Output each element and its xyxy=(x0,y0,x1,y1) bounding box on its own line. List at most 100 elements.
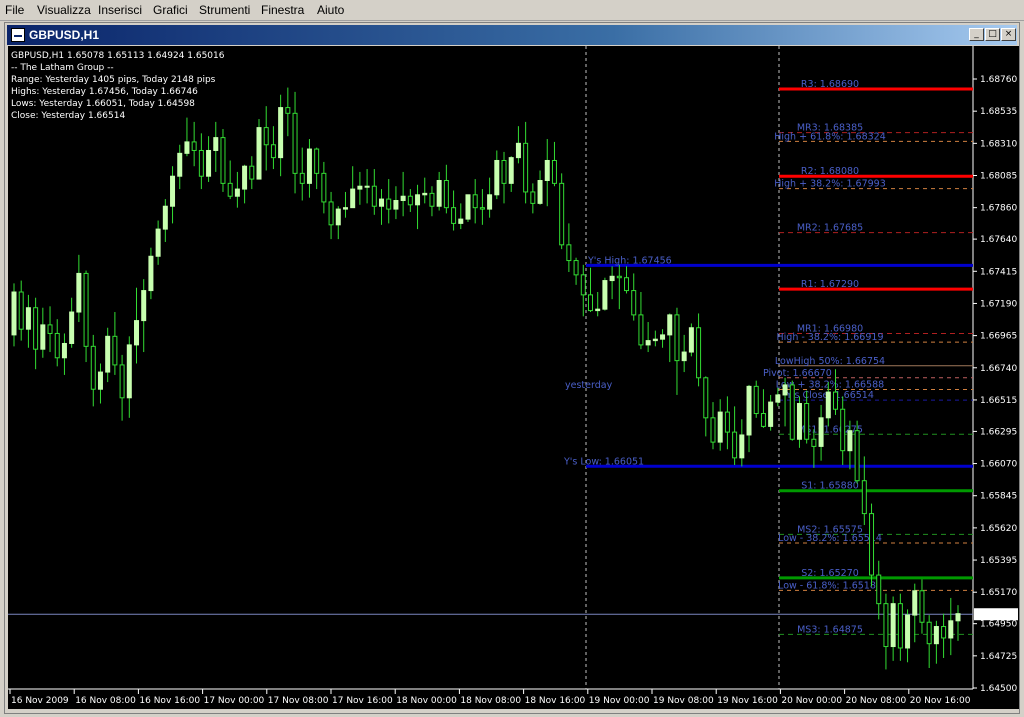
candle-body xyxy=(883,603,889,648)
candle-body xyxy=(926,621,932,645)
level-label: S2: 1.65270 xyxy=(801,568,859,579)
candle-body xyxy=(609,275,615,282)
candle-body xyxy=(148,255,154,292)
candle xyxy=(220,129,226,192)
window-title-bar[interactable]: GBPUSD,H1 _ □ × xyxy=(7,25,1017,45)
candle xyxy=(54,319,60,367)
candle-body xyxy=(364,185,370,188)
maximize-button[interactable]: □ xyxy=(985,28,1000,41)
candle xyxy=(458,203,464,230)
candle xyxy=(11,283,17,347)
candle-body xyxy=(703,377,709,419)
candle-body xyxy=(249,165,255,180)
menu-finestra[interactable]: Finestra xyxy=(261,3,304,17)
candle-body xyxy=(105,335,111,373)
price-tick-label: 1.65170 xyxy=(980,588,1017,598)
candle-body xyxy=(494,159,500,196)
menu-strumenti[interactable]: Strumenti xyxy=(199,3,250,17)
candle xyxy=(465,194,471,222)
candle-body xyxy=(234,188,240,197)
candle xyxy=(537,170,543,205)
candle xyxy=(242,164,248,204)
menu-grafici[interactable]: Grafici xyxy=(153,3,188,17)
candle-body xyxy=(624,277,630,292)
candle-body xyxy=(443,180,449,209)
time-tick-label: 17 Nov 08:00 xyxy=(268,696,329,706)
time-tick-label: 18 Nov 08:00 xyxy=(460,696,521,706)
menu-visualizza[interactable]: Visualizza xyxy=(37,3,91,17)
price-tick-label: 1.66740 xyxy=(980,364,1017,374)
candle-body xyxy=(335,208,341,226)
candle xyxy=(18,280,24,341)
candle xyxy=(753,380,759,418)
candle-body xyxy=(955,613,961,622)
time-tick-label: 16 Nov 2009 xyxy=(11,696,69,706)
candle-body xyxy=(746,385,752,436)
candle xyxy=(270,126,276,170)
candle xyxy=(357,171,363,205)
price-chart[interactable]: 1.68760 1.68535 1.68310 1.68085 1.67860 1.676… xyxy=(8,46,1019,709)
candle-body xyxy=(436,180,442,207)
price-tick-label: 1.66295 xyxy=(980,427,1017,437)
info-line: Range: Yesterday 1405 pips, Today 2148 p… xyxy=(11,75,216,85)
level-label: S1: 1.65880 xyxy=(801,481,859,492)
candle xyxy=(652,330,658,347)
candle-body xyxy=(386,198,392,210)
candle-body xyxy=(278,107,284,159)
candle-body xyxy=(40,324,46,350)
candle xyxy=(184,117,190,157)
candle xyxy=(422,177,428,204)
candle xyxy=(213,121,219,172)
candle xyxy=(832,369,838,415)
candle xyxy=(33,297,39,370)
candle-body xyxy=(818,417,824,447)
price-tick-label: 1.65845 xyxy=(980,492,1017,502)
candle-body xyxy=(465,194,471,220)
candle xyxy=(681,334,687,373)
candle-body xyxy=(54,332,60,359)
candle xyxy=(905,609,911,663)
time-tick-label: 20 Nov 08:00 xyxy=(846,696,907,706)
close-button[interactable]: × xyxy=(1001,28,1016,41)
time-tick-label: 16 Nov 08:00 xyxy=(75,696,136,706)
candle xyxy=(177,144,183,190)
candle-body xyxy=(415,194,421,206)
menu-file[interactable]: File xyxy=(5,3,24,17)
menu-inserisci[interactable]: Inserisci xyxy=(98,3,142,17)
candle xyxy=(451,190,457,231)
candle xyxy=(883,593,889,670)
candle xyxy=(342,191,348,218)
candle xyxy=(321,161,327,214)
candle-body xyxy=(832,391,838,410)
candle xyxy=(443,164,449,214)
candle-body xyxy=(479,207,485,210)
candle xyxy=(487,177,493,218)
candle-body xyxy=(595,308,601,312)
price-tick-label: 1.66515 xyxy=(980,396,1017,406)
candle-body xyxy=(90,345,96,390)
candle-body xyxy=(890,603,896,648)
candle xyxy=(573,257,579,285)
candle-body xyxy=(162,205,168,230)
candle-body xyxy=(306,148,312,184)
candle-body xyxy=(97,371,103,390)
candle xyxy=(90,334,96,407)
price-tick-label: 1.67190 xyxy=(980,299,1017,309)
candle-body xyxy=(501,159,507,184)
candle xyxy=(328,191,334,240)
menu-aiuto[interactable]: Aiuto xyxy=(317,3,344,17)
candle-body xyxy=(523,142,529,193)
candle-body xyxy=(717,411,723,443)
candle-body xyxy=(126,344,132,399)
chart-canvas[interactable]: 1.68760 1.68535 1.68310 1.68085 1.67860 1.676… xyxy=(8,46,1019,709)
candle xyxy=(638,292,644,350)
candle xyxy=(415,184,421,230)
candle-body xyxy=(674,314,680,362)
price-tick-label: 1.66070 xyxy=(980,460,1017,470)
candle xyxy=(379,189,385,225)
minimize-button[interactable]: _ xyxy=(969,28,984,41)
candle xyxy=(198,133,204,190)
candle-body xyxy=(587,294,593,312)
candle xyxy=(155,220,161,265)
candle xyxy=(494,150,500,200)
